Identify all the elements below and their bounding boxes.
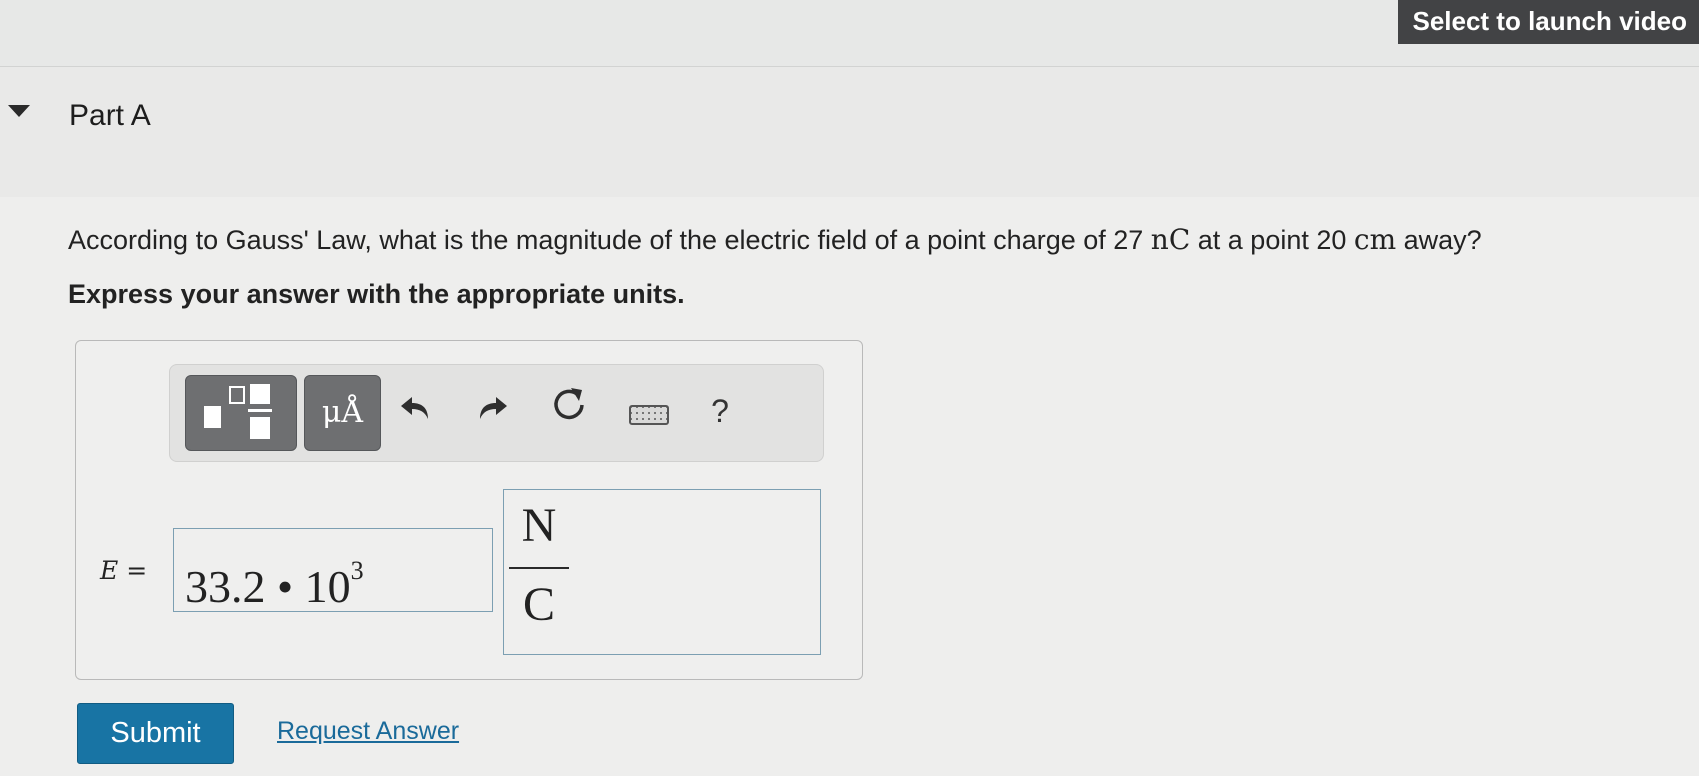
units-input[interactable]: N C — [503, 489, 821, 655]
value-exponent: 3 — [350, 556, 364, 585]
value-mantissa: 33.2 — [185, 561, 266, 612]
multiply-dot: • — [277, 561, 294, 612]
charge-unit: nC — [1150, 223, 1191, 256]
equals-sign: = — [126, 556, 148, 585]
distance-unit: cm — [1353, 223, 1397, 256]
units-label: μÅ — [321, 395, 364, 430]
question-text-part-2: at a point 20 — [1190, 225, 1354, 255]
units-button[interactable]: μÅ — [304, 375, 381, 451]
templates-button[interactable] — [185, 375, 297, 451]
launch-video-button[interactable]: Select to launch video — [1398, 0, 1699, 44]
redo-arrow-icon — [480, 397, 507, 419]
keyboard-button[interactable] — [629, 405, 671, 427]
undo-button[interactable] — [390, 385, 440, 437]
value-base: 10 — [304, 561, 351, 612]
value-input[interactable]: 33.2 • 103 — [173, 528, 493, 612]
question-text: According to Gauss' Law, what is the mag… — [68, 223, 1482, 256]
part-header[interactable]: Part A — [0, 67, 1699, 197]
math-toolbar: μÅ ? — [169, 364, 824, 462]
answer-instruction: Express your answer with the appropriate… — [68, 279, 685, 309]
unit-denominator: C — [522, 578, 555, 631]
submit-button[interactable]: Submit — [77, 703, 234, 764]
undo-arrow-icon — [401, 397, 428, 419]
unit-numerator: N — [521, 499, 557, 552]
question-panel: According to Gauss' Law, what is the mag… — [0, 197, 1699, 776]
answer-box: μÅ ? E = 33.2 • 103 N C — [75, 340, 863, 680]
redo-button[interactable] — [468, 385, 518, 437]
part-title: Part A — [69, 99, 151, 132]
top-bar: Select to launch video — [0, 0, 1699, 67]
question-text-part-1: According to Gauss' Law, what is the mag… — [68, 225, 1151, 255]
request-answer-link[interactable]: Request Answer — [277, 717, 459, 746]
unit-fraction-bar — [509, 567, 569, 569]
reset-icon — [554, 388, 584, 420]
reset-button[interactable] — [543, 385, 595, 437]
collapse-caret-icon[interactable] — [8, 105, 30, 117]
variable-name: E — [100, 556, 119, 585]
variable-label: E = — [100, 556, 147, 585]
keyboard-icon — [629, 405, 669, 425]
question-text-part-3: away? — [1396, 225, 1482, 255]
help-button[interactable]: ? — [700, 385, 740, 437]
